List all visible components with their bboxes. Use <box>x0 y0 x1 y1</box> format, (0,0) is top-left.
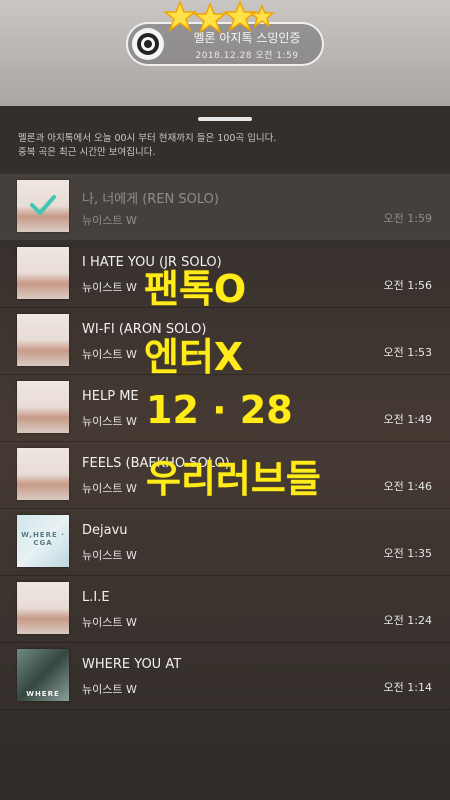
track-time: 오전 1:59 <box>383 212 432 225</box>
track-artist: 뉴이스트 W <box>82 415 137 428</box>
track-artist: 뉴이스트 W <box>82 683 137 696</box>
notice-line-2: 중복 곡은 최근 시간만 보여집니다. <box>18 147 156 158</box>
track-row[interactable]: L.I.E 뉴이스트 W 오전 1:24 <box>0 576 450 643</box>
track-time: 오전 1:49 <box>383 413 432 426</box>
album-cover <box>17 247 69 299</box>
overlay-text-4: 우리러브들 <box>146 457 321 501</box>
track-time: 오전 1:53 <box>383 346 432 359</box>
album-cover <box>17 314 69 366</box>
melon-record-icon <box>132 28 164 60</box>
overlay-text-3: 12 · 28 <box>146 388 293 432</box>
sheet-drag-handle[interactable] <box>198 117 252 121</box>
track-artist: 뉴이스트 W <box>82 348 137 361</box>
check-icon <box>30 195 56 215</box>
track-artist: 뉴이스트 W <box>82 549 137 562</box>
track-artist: 뉴이스트 W <box>82 616 137 629</box>
track-title: Dejavu <box>82 523 128 538</box>
track-title: L.I.E <box>82 590 110 605</box>
track-time: 오전 1:14 <box>383 681 432 694</box>
track-time: 오전 1:24 <box>383 614 432 627</box>
album-cover-text: W,HERE · CGA <box>21 531 65 547</box>
notice-line-1: 멜론과 아지톡에서 오늘 00시 부터 현재까지 들은 100곡 입니다. <box>18 133 277 144</box>
album-cover <box>17 582 69 634</box>
track-list: 나, 너에게 (REN SOLO) 뉴이스트 W 오전 1:59 I HATE … <box>0 174 450 710</box>
track-title: WHERE YOU AT <box>82 657 182 672</box>
album-cover <box>17 180 69 232</box>
track-artist: 뉴이스트 W <box>82 482 137 495</box>
album-cover <box>17 448 69 500</box>
album-cover: W,HERE · CGA <box>17 515 69 567</box>
track-row[interactable]: 나, 너에게 (REN SOLO) 뉴이스트 W 오전 1:59 <box>0 174 450 241</box>
track-artist: 뉴이스트 W <box>82 214 137 227</box>
track-title: 나, 너에게 (REN SOLO) <box>82 192 219 207</box>
album-cover: WHERE <box>17 649 69 701</box>
track-time: 오전 1:46 <box>383 480 432 493</box>
badge-date: 2018.12.28 오전 1:59 <box>195 51 299 61</box>
track-artist: 뉴이스트 W <box>82 281 137 294</box>
track-time: 오전 1:56 <box>383 279 432 292</box>
track-title: HELP ME <box>82 389 139 404</box>
track-row[interactable]: W,HERE · CGA Dejavu 뉴이스트 W 오전 1:35 <box>0 509 450 576</box>
overlay-text-1: 팬톡O <box>144 267 247 311</box>
track-row[interactable]: WHERE WHERE YOU AT 뉴이스트 W 오전 1:14 <box>0 643 450 710</box>
overlay-text-2: 엔터X <box>144 335 244 379</box>
track-time: 오전 1:35 <box>383 547 432 560</box>
notice-text: 멜론과 아지톡에서 오늘 00시 부터 현재까지 들은 100곡 입니다. 중복… <box>18 132 438 160</box>
album-cover-text: WHERE <box>26 690 60 698</box>
album-cover <box>17 381 69 433</box>
star-stickers <box>162 0 276 34</box>
